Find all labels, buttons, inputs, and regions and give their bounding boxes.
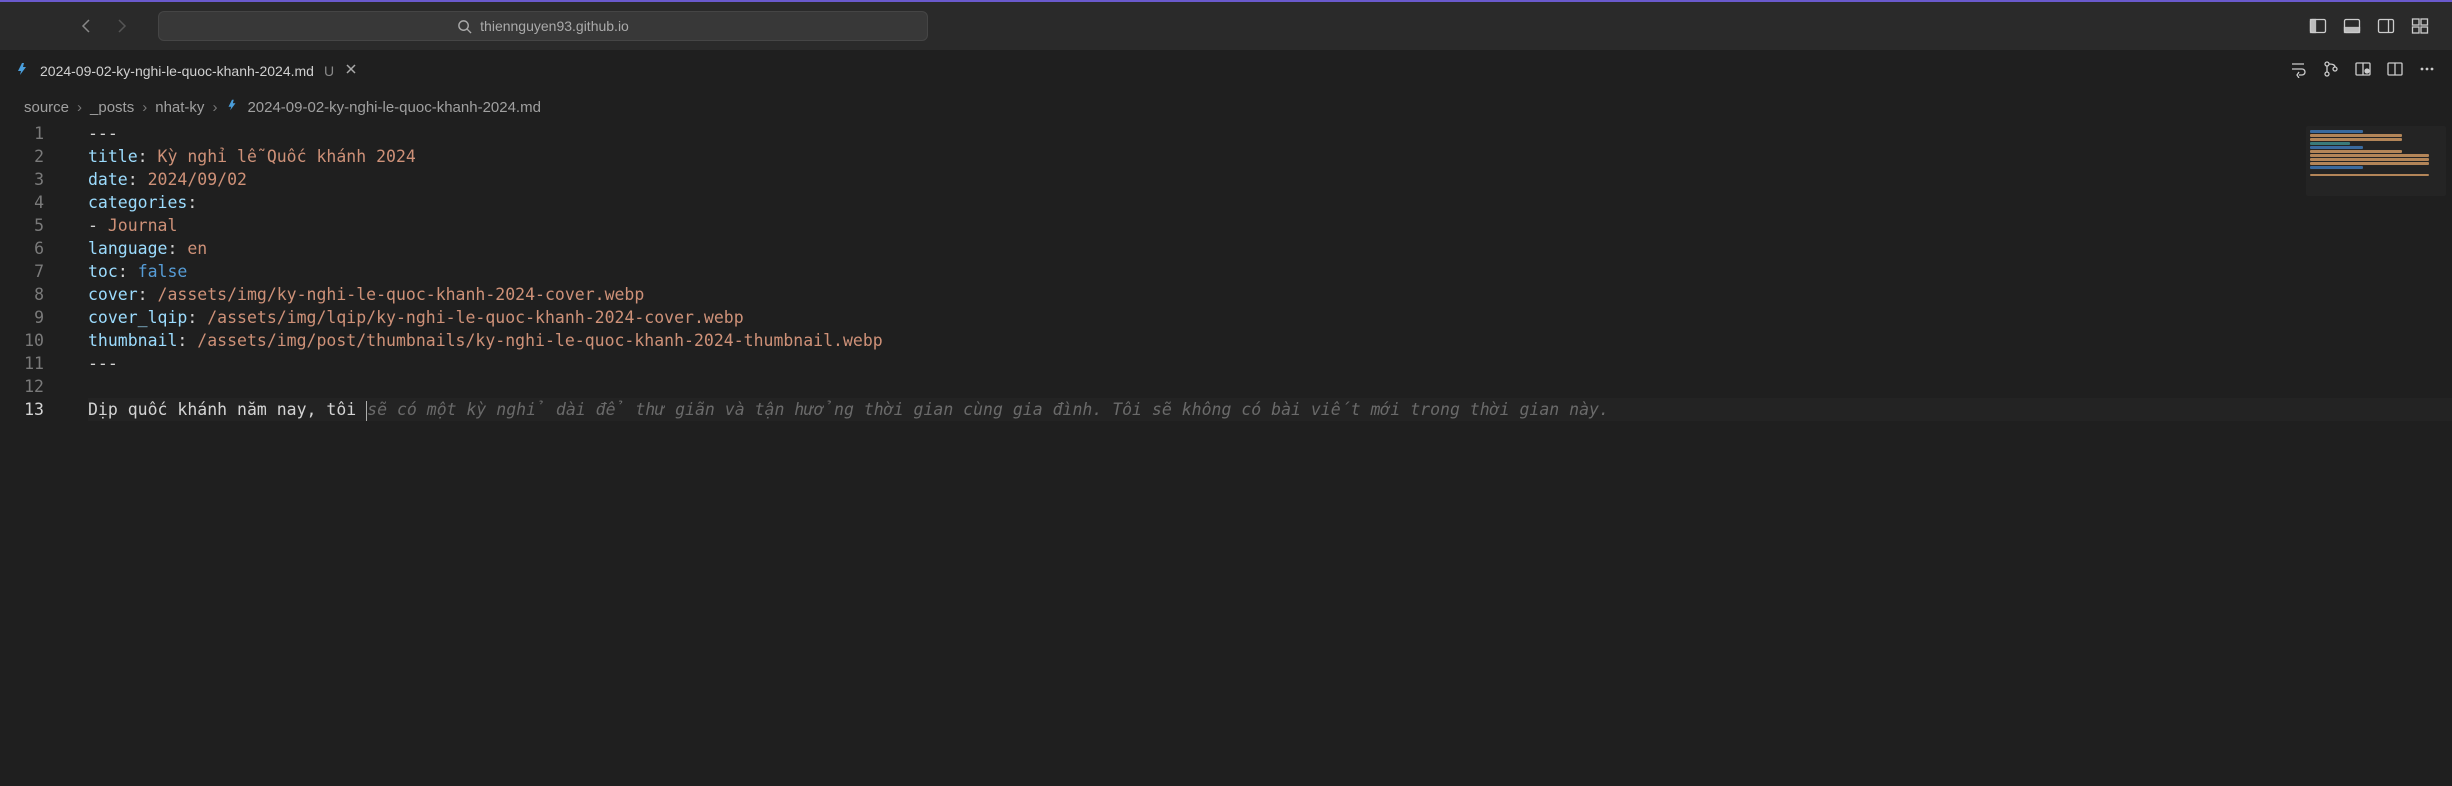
frontmatter-delim: ---: [88, 124, 118, 143]
toggle-secondary-sidebar-icon[interactable]: [2374, 14, 2398, 38]
layout-controls: [2306, 14, 2440, 38]
markdown-file-icon: [14, 61, 30, 80]
code-content[interactable]: --- title: Kỳ nghỉ lễ Quốc khánh 2024 da…: [68, 122, 2452, 421]
toggle-panel-icon[interactable]: [2340, 14, 2364, 38]
editor-tabs: 2024-09-02-ky-nghi-le-quoc-khanh-2024.md…: [0, 50, 2452, 92]
line-number: 8: [0, 283, 44, 306]
line-number: 4: [0, 191, 44, 214]
yaml-value: Kỳ nghỉ lễ Quốc khánh 2024: [158, 147, 416, 166]
yaml-value: en: [187, 239, 207, 258]
yaml-key: cover_lqip: [88, 308, 187, 327]
breadcrumb-part[interactable]: 2024-09-02-ky-nghi-le-quoc-khanh-2024.md: [247, 99, 541, 116]
tab-filename: 2024-09-02-ky-nghi-le-quoc-khanh-2024.md: [40, 63, 314, 79]
line-number: 6: [0, 237, 44, 260]
chevron-right-icon: ›: [77, 99, 82, 116]
yaml-key: language: [88, 239, 167, 258]
yaml-key: thumbnail: [88, 331, 177, 350]
markdown-file-icon: [225, 98, 239, 116]
chevron-right-icon: ›: [212, 99, 217, 116]
toggle-primary-sidebar-icon[interactable]: [2306, 14, 2330, 38]
open-preview-icon[interactable]: [2354, 60, 2372, 81]
yaml-value: Journal: [108, 216, 178, 235]
tab-close-button[interactable]: [344, 62, 358, 79]
tab-git-status: U: [324, 63, 334, 79]
more-actions-icon[interactable]: [2418, 60, 2436, 81]
nav-arrows: [72, 12, 136, 40]
breadcrumb[interactable]: source › _posts › nhat-ky › 2024-09-02-k…: [0, 92, 2452, 122]
yaml-key: title: [88, 147, 138, 166]
yaml-value: false: [138, 262, 188, 281]
compare-changes-icon[interactable]: [2322, 60, 2340, 81]
yaml-key: categories: [88, 193, 187, 212]
line-number: 13: [0, 398, 44, 421]
command-center[interactable]: thiennguyen93.github.io: [158, 11, 928, 41]
yaml-value: /assets/img/post/thumbnails/ky-nghi-le-q…: [197, 331, 882, 350]
tab-active-file[interactable]: 2024-09-02-ky-nghi-le-quoc-khanh-2024.md…: [0, 50, 372, 91]
chevron-right-icon: ›: [142, 99, 147, 116]
code-editor[interactable]: 1 2 3 4 5 6 7 8 9 10 11 12 13 --- title:…: [0, 122, 2452, 421]
line-number: 5: [0, 214, 44, 237]
forward-button[interactable]: [108, 12, 136, 40]
line-number: 1: [0, 122, 44, 145]
line-number: 11: [0, 352, 44, 375]
line-number: 7: [0, 260, 44, 283]
url-text: thiennguyen93.github.io: [480, 18, 629, 34]
back-button[interactable]: [72, 12, 100, 40]
yaml-value: /assets/img/lqip/ky-nghi-le-quoc-khanh-2…: [207, 308, 743, 327]
yaml-value: /assets/img/ky-nghi-le-quoc-khanh-2024-c…: [158, 285, 645, 304]
line-number: 3: [0, 168, 44, 191]
line-number-gutter: 1 2 3 4 5 6 7 8 9 10 11 12 13: [0, 122, 68, 421]
editor-actions: [2290, 50, 2452, 91]
text-cursor: [366, 401, 367, 421]
breadcrumb-part[interactable]: nhat-ky: [155, 99, 204, 116]
split-editor-icon[interactable]: [2386, 60, 2404, 81]
word-wrap-icon[interactable]: [2290, 60, 2308, 81]
breadcrumb-part[interactable]: _posts: [90, 99, 134, 116]
line-number: 9: [0, 306, 44, 329]
window-titlebar: thiennguyen93.github.io: [0, 2, 2452, 50]
customize-layout-icon[interactable]: [2408, 14, 2432, 38]
inline-suggestion: sẽ có một kỳ nghỉ dài để thư giãn và tận…: [367, 400, 1609, 419]
yaml-key: toc: [88, 262, 118, 281]
yaml-value: 2024/09/02: [148, 170, 247, 189]
line-number: 10: [0, 329, 44, 352]
typed-text: Dịp quốc khánh năm nay, tôi: [88, 400, 366, 419]
frontmatter-delim: ---: [88, 354, 118, 373]
yaml-key: date: [88, 170, 128, 189]
search-icon: [457, 19, 472, 34]
minimap[interactable]: [2306, 126, 2446, 196]
line-number: 2: [0, 145, 44, 168]
breadcrumb-part[interactable]: source: [24, 99, 69, 116]
line-number: 12: [0, 375, 44, 398]
yaml-key: cover: [88, 285, 138, 304]
